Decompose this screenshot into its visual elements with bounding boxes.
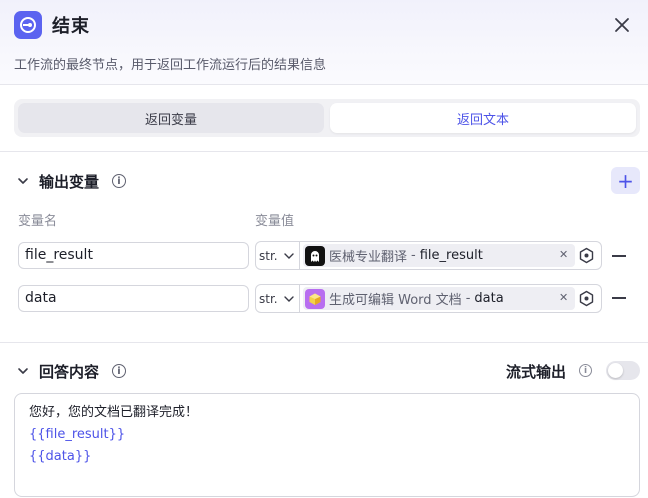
variable-reference-chip[interactable]: 生成可编辑 Word 文档 - data: [303, 287, 575, 310]
toggle-knob: [608, 363, 623, 378]
remove-variable-button[interactable]: [612, 297, 626, 299]
source-node-name: 生成可编辑 Word 文档: [329, 293, 462, 308]
source-field-name: data: [474, 291, 504, 306]
remove-variable-button[interactable]: [612, 255, 626, 257]
answer-variable-token: {{data}}: [29, 449, 92, 464]
chevron-down-icon: [283, 295, 294, 302]
stream-output-label: 流式输出: [506, 363, 567, 381]
return-mode-tabs: 返回变量 返回文本: [14, 99, 640, 137]
source-node-name: 医械专业翻译: [329, 250, 408, 265]
reference-separator: -: [465, 291, 471, 306]
chevron-down-icon: [283, 252, 294, 259]
variable-picker-icon[interactable]: [578, 290, 595, 307]
type-label: str.: [259, 291, 278, 306]
divider: [299, 242, 300, 269]
variable-value-field: str. 医械专业翻译 - file_result ✕: [255, 241, 602, 270]
type-select[interactable]: str.: [259, 285, 295, 312]
ghost-avatar-icon: [305, 245, 325, 266]
column-label-name: 变量名: [18, 214, 58, 229]
source-field-name: file_result: [419, 248, 483, 263]
tab-return-variables[interactable]: 返回变量: [18, 103, 324, 133]
end-node-icon: [14, 11, 42, 39]
divider: [0, 342, 648, 343]
clear-reference-icon[interactable]: ✕: [559, 291, 568, 304]
cube-avatar-icon: [305, 288, 325, 309]
node-header: 结束 工作流的最终节点，用于返回工作流运行后的结果信息: [0, 0, 648, 85]
type-select[interactable]: str.: [259, 242, 295, 269]
node-title: 结束: [52, 16, 90, 37]
close-icon[interactable]: [608, 11, 636, 39]
clear-reference-icon[interactable]: ✕: [559, 248, 568, 261]
reference-separator: -: [411, 248, 416, 263]
answer-section-title: 回答内容: [39, 363, 100, 381]
add-variable-button[interactable]: +: [611, 167, 640, 194]
info-icon: i: [112, 174, 126, 188]
variable-value-field: str. 生成可编辑 Word 文档 - data ✕: [255, 284, 602, 313]
column-label-value: 变量值: [255, 214, 295, 229]
answer-variable-token: {{file_result}}: [29, 427, 126, 442]
info-icon: i: [579, 364, 592, 377]
info-icon: i: [112, 364, 126, 378]
answer-text-line: 您好，您的文档已翻译完成！: [29, 405, 199, 420]
chevron-down-icon[interactable]: [16, 174, 30, 188]
divider: [299, 285, 300, 312]
type-label: str.: [259, 248, 278, 263]
variable-picker-icon[interactable]: [578, 247, 595, 264]
output-section-title: 输出变量: [39, 173, 100, 191]
stream-output-toggle[interactable]: [606, 361, 640, 380]
node-description: 工作流的最终节点，用于返回工作流运行后的结果信息: [14, 58, 327, 73]
divider: [0, 151, 648, 152]
answer-content-editor[interactable]: 您好，您的文档已翻译完成！ {{file_result}} {{data}}: [14, 393, 640, 497]
variable-reference-chip[interactable]: 医械专业翻译 - file_result: [303, 244, 575, 267]
variable-name-input[interactable]: file_result: [18, 242, 249, 269]
variable-name-input[interactable]: data: [18, 285, 249, 312]
chevron-down-icon[interactable]: [16, 364, 30, 378]
tab-return-text[interactable]: 返回文本: [330, 103, 636, 133]
